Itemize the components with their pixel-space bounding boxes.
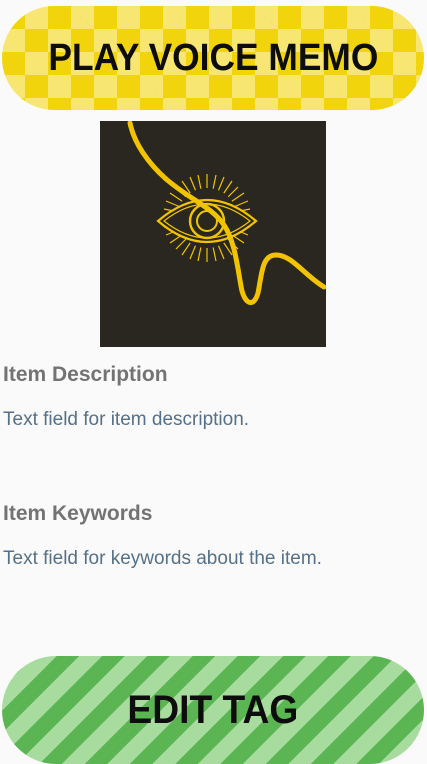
item-description-label: Item Description	[3, 363, 168, 386]
item-image	[100, 121, 326, 347]
item-keywords-label: Item Keywords	[3, 502, 153, 525]
item-keywords-field[interactable]: Text field for keywords about the item.	[3, 548, 322, 570]
play-voice-memo-label: PLAY VOICE MEMO	[48, 36, 378, 79]
app-screen: PLAY VOICE MEMO Item Description Text fi…	[0, 0, 427, 764]
eye-icon	[127, 121, 326, 305]
play-voice-memo-button[interactable]: PLAY VOICE MEMO	[2, 6, 424, 110]
item-description-field[interactable]: Text field for item description.	[3, 409, 249, 431]
edit-tag-label: EDIT TAG	[127, 687, 299, 732]
edit-tag-button[interactable]: EDIT TAG	[2, 656, 424, 764]
